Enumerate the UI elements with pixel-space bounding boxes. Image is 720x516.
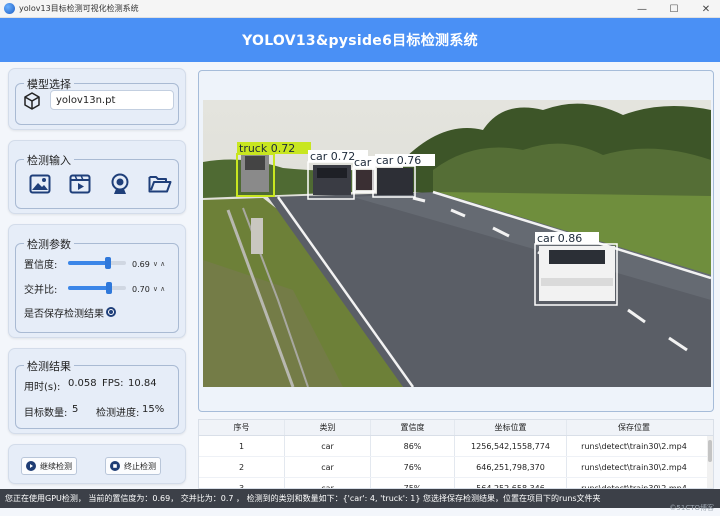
- params-panel: 检测参数 置信度: 0.69 ∨ ∧ 交并比: 0.70 ∨ ∧ 是否保存检测结…: [8, 224, 186, 338]
- input-panel: 检测输入: [8, 140, 186, 214]
- input-group-title: 检测输入: [24, 152, 74, 168]
- table-scrollbar-thumb[interactable]: [708, 440, 712, 462]
- col-header-confidence: 置信度: [371, 420, 455, 435]
- app-header: YOLOV13&pyside6目标检测系统: [0, 18, 720, 62]
- iou-slider-handle[interactable]: [105, 282, 112, 294]
- progress-value: 15%: [142, 404, 165, 415]
- results-panel: 检测结果 用时(s): 0.058 FPS: 10.84 目标数量: 5 检测进…: [8, 348, 186, 434]
- iou-slider[interactable]: [68, 282, 126, 294]
- actions-panel: 继续检测 终止检测: [8, 444, 186, 484]
- fps-label: FPS:: [102, 378, 124, 389]
- video-input-icon[interactable]: [68, 172, 92, 196]
- cell-index: 3: [199, 478, 285, 488]
- car-detection-label-2: car 0.72: [310, 150, 355, 163]
- maximize-button[interactable]: ☐: [660, 0, 688, 18]
- window-title: yolov13目标检测可视化检测系统: [19, 4, 139, 13]
- truck-detection-label: truck 0.72: [239, 142, 295, 155]
- minimize-button[interactable]: —: [628, 0, 656, 18]
- image-input-icon[interactable]: [28, 172, 52, 196]
- col-header-coords: 坐标位置: [455, 420, 567, 435]
- confidence-slider[interactable]: [68, 257, 126, 269]
- camera-input-icon[interactable]: [108, 172, 132, 196]
- table-header: 序号 类别 置信度 坐标位置 保存位置: [199, 420, 713, 436]
- params-group-title: 检测参数: [24, 236, 74, 252]
- results-group-title: 检测结果: [24, 358, 74, 374]
- iou-slider-fill: [68, 286, 109, 290]
- iou-spinbox[interactable]: 0.70 ∨ ∧: [132, 282, 178, 296]
- stop-detect-label: 终止检测: [124, 461, 156, 471]
- table-row[interactable]: 1 car 86% 1256,542,1558,774 runs\detect\…: [199, 436, 713, 457]
- col-header-save-path: 保存位置: [618, 423, 650, 432]
- confidence-spinbox[interactable]: 0.69 ∨ ∧: [132, 257, 178, 271]
- table-scrollbar[interactable]: [707, 436, 713, 488]
- time-value: 0.058: [68, 378, 97, 389]
- road-scene-image: truck 0.72 car 0.72 car car 0.76 car 0.8…: [203, 100, 711, 387]
- time-label: 用时(s):: [24, 382, 61, 393]
- col-header-index: 序号: [199, 420, 285, 435]
- cell-coords: 1256,542,1558,774: [455, 436, 567, 456]
- cell-index: 2: [199, 457, 285, 477]
- detection-video-frame: truck 0.72 car 0.72 car car 0.76 car 0.8…: [203, 100, 711, 387]
- status-text: 您正在使用GPU检测， 当前的置信度为：0.69， 交并比为：0.7 ， 检测到…: [5, 494, 601, 503]
- target-count-label: 目标数量:: [24, 408, 68, 419]
- iou-value: 0.70: [132, 284, 150, 294]
- model-panel: 模型选择 yolov13n.pt: [8, 68, 186, 130]
- cell-class: car: [285, 478, 371, 488]
- car-detection-label-1: car 0.76: [376, 154, 421, 167]
- watermark-text: ©51CTO博客: [669, 504, 714, 512]
- results-group: 检测结果 用时(s): 0.058 FPS: 10.84 目标数量: 5 检测进…: [15, 358, 179, 429]
- iou-spin-arrows[interactable]: ∨ ∧: [153, 285, 165, 293]
- target-count-value: 5: [72, 404, 79, 415]
- cell-save-path: runs\detect\train30\2.mp4: [581, 441, 687, 451]
- play-icon: [26, 461, 36, 471]
- close-button[interactable]: ✕: [692, 0, 720, 18]
- folder-input-icon[interactable]: [148, 172, 172, 196]
- stop-icon: [110, 461, 120, 471]
- cell-confidence: 76%: [371, 457, 455, 477]
- continue-detect-label: 继续检测: [40, 461, 72, 471]
- cell-class: car: [285, 457, 371, 477]
- save-results-radio[interactable]: [106, 307, 116, 317]
- window-titlebar: yolov13目标检测可视化检测系统: [0, 0, 720, 18]
- confidence-slider-fill: [68, 261, 109, 265]
- cube-icon: [22, 91, 42, 111]
- cell-save-path: runs\detect\train30\2.mp4: [581, 462, 687, 472]
- iou-label: 交并比:: [24, 285, 58, 296]
- model-select-input[interactable]: yolov13n.pt: [50, 90, 174, 110]
- cell-class: car: [285, 436, 371, 456]
- confidence-value: 0.69: [132, 259, 150, 269]
- continue-detect-button[interactable]: 继续检测: [21, 457, 77, 475]
- app-logo-icon: [4, 3, 15, 14]
- cell-confidence: 86%: [371, 436, 455, 456]
- stop-detect-button[interactable]: 终止检测: [105, 457, 161, 475]
- app-title: YOLOV13&pyside6目标检测系统: [242, 33, 478, 49]
- cell-coords: 646,251,798,370: [455, 457, 567, 477]
- cell-confidence: 75%: [371, 478, 455, 488]
- confidence-label: 置信度:: [24, 260, 58, 271]
- model-group: 模型选择 yolov13n.pt: [15, 76, 179, 125]
- fps-value: 10.84: [128, 378, 157, 389]
- video-display-panel: truck 0.72 car 0.72 car car 0.76 car 0.8…: [198, 70, 714, 412]
- progress-label: 检测进度:: [96, 408, 140, 419]
- detection-results-table: 序号 类别 置信度 坐标位置 保存位置 1 car 86% 1256,542,1…: [198, 419, 714, 489]
- save-results-label: 是否保存检测结果: [24, 309, 104, 320]
- table-row[interactable]: 2 car 76% 646,251,798,370 runs\detect\tr…: [199, 457, 713, 478]
- status-bar: 您正在使用GPU检测， 当前的置信度为：0.69， 交并比为：0.7 ， 检测到…: [0, 489, 720, 508]
- col-header-class: 类别: [285, 420, 371, 435]
- confidence-spin-arrows[interactable]: ∨ ∧: [153, 260, 165, 268]
- car-detection-label-3: car: [354, 156, 372, 169]
- car-detection-label-0: car 0.86: [537, 232, 582, 245]
- cell-coords: 564,252,658,346: [455, 478, 567, 488]
- params-group: 检测参数 置信度: 0.69 ∨ ∧ 交并比: 0.70 ∨ ∧ 是否保存检测结…: [15, 236, 179, 333]
- cell-index: 1: [199, 436, 285, 456]
- table-row[interactable]: 3 car 75% 564,252,658,346 runs\detect\tr…: [199, 478, 713, 489]
- input-group: 检测输入: [15, 152, 179, 209]
- confidence-slider-handle[interactable]: [105, 257, 112, 269]
- cell-save-path: runs\detect\train30\2.mp4: [581, 483, 687, 489]
